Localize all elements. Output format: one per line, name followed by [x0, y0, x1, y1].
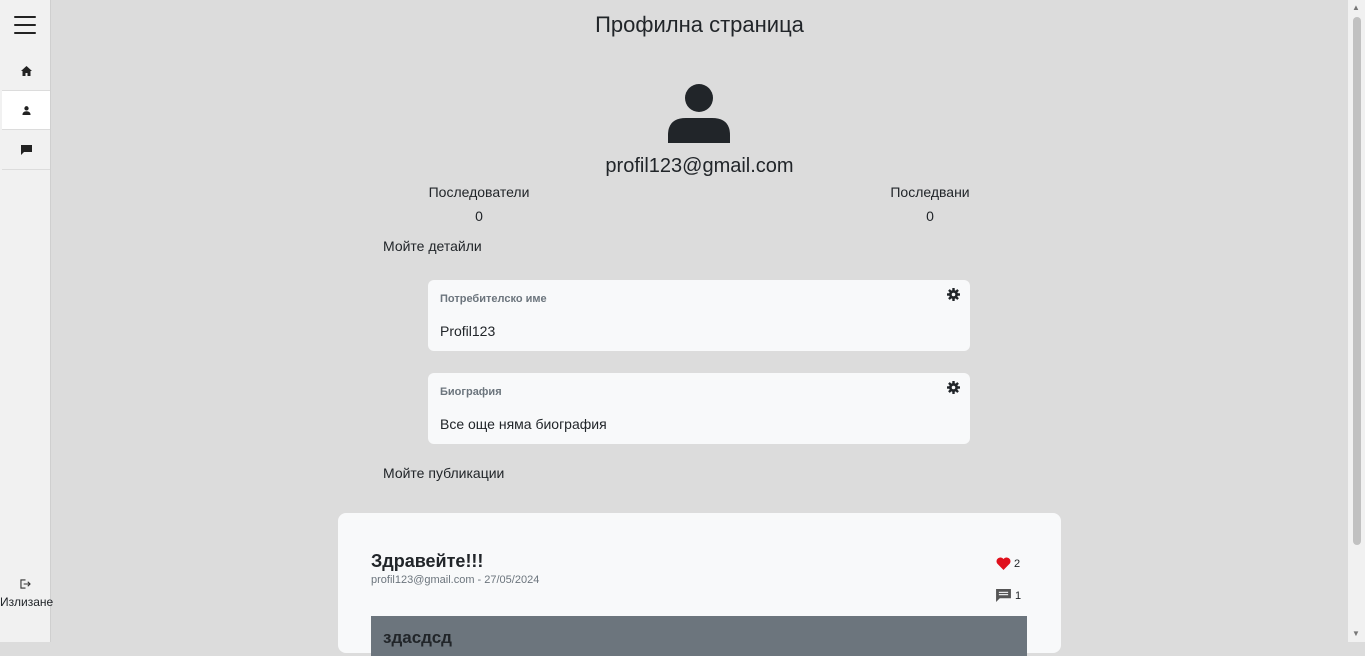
page-title: Профилна страница — [595, 12, 804, 37]
username-card: Потребителско име Profil123 — [428, 280, 970, 351]
logout-icon — [19, 579, 31, 589]
scrollbar-thumb[interactable] — [1353, 17, 1361, 545]
bio-card: Биография Все още няма биография — [428, 373, 970, 444]
heart-icon — [996, 557, 1011, 570]
menu-icon[interactable] — [14, 15, 36, 35]
posts-heading: Мойте публикации — [383, 465, 505, 481]
scroll-up-icon[interactable]: ▲ — [1352, 3, 1360, 12]
post-image-text: здасдсд — [383, 628, 452, 647]
comment-icon — [996, 589, 1011, 602]
home-icon — [20, 66, 32, 76]
avatar-icon — [668, 84, 730, 143]
followers-label: Последователи — [428, 184, 530, 200]
scrollbar[interactable]: ▲ ▼ — [1348, 0, 1365, 642]
sidebar-item-profile[interactable] — [2, 91, 50, 130]
followers-stat[interactable]: Последователи 0 — [409, 184, 549, 224]
following-count: 0 — [926, 208, 934, 224]
bio-label: Биография — [440, 386, 502, 398]
comments-count: 1 — [1015, 589, 1022, 602]
sidebar-item-home[interactable] — [2, 52, 50, 91]
like-button[interactable]: 2 — [996, 557, 1020, 570]
logout-button[interactable]: Излизане — [0, 578, 54, 609]
gear-icon[interactable] — [947, 381, 960, 394]
user-icon — [21, 105, 31, 115]
post-card[interactable]: Здравейте!!! profil123@gmail.com - 27/05… — [338, 513, 1061, 656]
username-label: Потребителско име — [440, 293, 547, 305]
post-image: здасдсд — [371, 616, 1027, 656]
chat-icon — [20, 145, 32, 155]
sidebar-item-messages[interactable] — [2, 131, 50, 170]
comments-button[interactable]: 1 — [996, 589, 1021, 602]
logout-label: Излизане — [0, 595, 54, 609]
following-stat[interactable]: Последвани 0 — [860, 184, 1000, 224]
profile-email: profil123@gmail.com — [605, 155, 794, 177]
gear-icon[interactable] — [947, 288, 960, 301]
details-heading: Мойте детайли — [383, 238, 482, 254]
post-title[interactable]: Здравейте!!! — [371, 551, 483, 572]
likes-count: 2 — [1014, 557, 1021, 570]
post-meta: profil123@gmail.com - 27/05/2024 — [371, 574, 540, 586]
username-value: Profil123 — [440, 323, 496, 339]
scroll-down-icon[interactable]: ▼ — [1352, 629, 1360, 638]
main-content: Профилна страница profil123@gmail.com По… — [51, 0, 1348, 656]
followers-count: 0 — [475, 208, 483, 224]
sidebar: Излизане — [0, 0, 54, 642]
following-label: Последвани — [890, 184, 970, 200]
bio-value: Все още няма биография — [440, 416, 607, 432]
